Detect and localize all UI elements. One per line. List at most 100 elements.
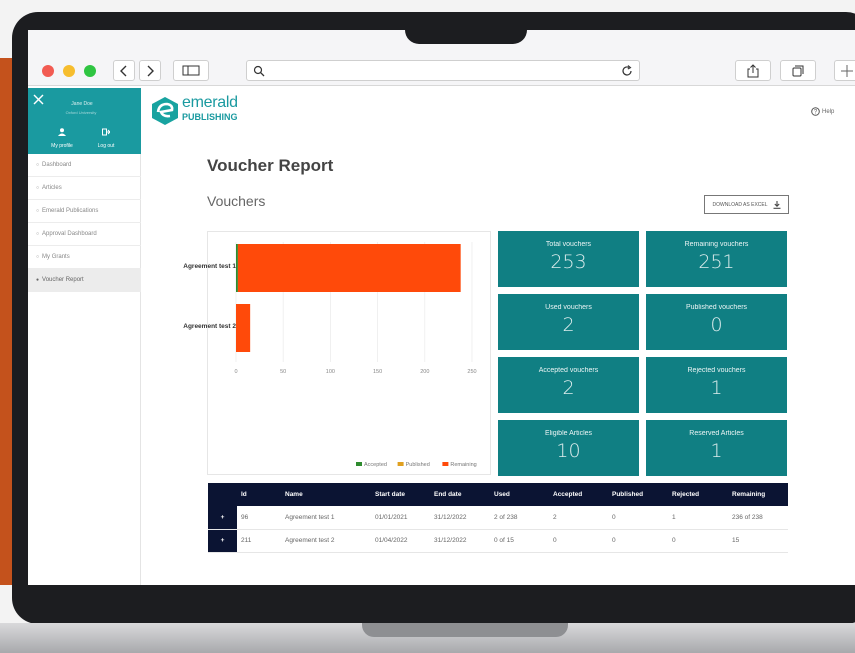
card-value: 251 bbox=[698, 251, 735, 273]
column-header: Start date bbox=[375, 491, 405, 498]
cell-id: 211 bbox=[241, 537, 252, 544]
download-label: DOWNLOAD AS EXCEL bbox=[712, 201, 768, 208]
forward-button[interactable] bbox=[139, 60, 161, 81]
log-out-label: Log out bbox=[97, 143, 115, 149]
download-excel-button[interactable]: DOWNLOAD AS EXCEL bbox=[704, 195, 789, 214]
card-value: 10 bbox=[556, 440, 581, 462]
card-rejected-vouchers: Rejected vouchers 1 bbox=[646, 357, 787, 413]
download-icon bbox=[773, 200, 780, 209]
emerald-logo[interactable]: emerald PUBLISHING bbox=[151, 94, 251, 128]
new-tab-button[interactable] bbox=[834, 60, 855, 81]
x-tick-label: 100 bbox=[326, 369, 335, 375]
log-out-link[interactable]: Log out bbox=[88, 123, 124, 149]
page-title: Voucher Report bbox=[207, 156, 334, 175]
tabs-overview-button[interactable] bbox=[780, 60, 816, 81]
sidebar-item-label: Approval Dashboard bbox=[42, 231, 97, 237]
cell-remaining: 15 bbox=[732, 537, 740, 544]
address-bar[interactable] bbox=[246, 60, 640, 81]
legend-swatch bbox=[442, 462, 449, 466]
x-tick-label: 250 bbox=[467, 369, 476, 375]
logo-subtitle: PUBLISHING bbox=[182, 112, 238, 122]
legend-swatch bbox=[356, 462, 362, 466]
voucher-table: Id Name Start date End date Used Accepte… bbox=[208, 483, 788, 553]
laptop-stage: Jane Doe Oxford University My profile Lo… bbox=[0, 0, 855, 653]
cell-end-date: 31/12/2022 bbox=[434, 537, 467, 544]
sidebar-item-label: My Grants bbox=[42, 254, 70, 260]
laptop-base-notch bbox=[362, 623, 568, 637]
card-remaining-vouchers: Remaining vouchers 251 bbox=[646, 231, 787, 287]
cell-rejected: 1 bbox=[672, 513, 676, 521]
cell-id: 96 bbox=[241, 513, 249, 521]
card-value: 253 bbox=[550, 251, 587, 273]
user-icon bbox=[58, 128, 66, 136]
column-header: Rejected bbox=[672, 491, 700, 498]
cell-start-date: 01/01/2021 bbox=[375, 513, 408, 521]
card-reserved-articles: Reserved Articles 1 bbox=[646, 420, 787, 476]
cell-start-date: 01/04/2022 bbox=[375, 537, 408, 544]
chevron-right-icon bbox=[147, 65, 154, 76]
camera-notch bbox=[405, 12, 527, 44]
card-value: 1 bbox=[710, 440, 723, 462]
expand-row-button[interactable]: + bbox=[208, 529, 237, 552]
reload-icon[interactable] bbox=[621, 65, 633, 77]
sidebar-item-approval-dashboard[interactable]: ○ Approval Dashboard bbox=[28, 223, 141, 246]
sidebar: Jane Doe Oxford University My profile Lo… bbox=[28, 88, 141, 585]
column-header: Used bbox=[494, 491, 510, 498]
card-label: Published vouchers bbox=[685, 304, 748, 311]
card-total-vouchers: Total vouchers 253 bbox=[498, 231, 639, 287]
my-profile-link[interactable]: My profile bbox=[44, 123, 80, 149]
user-organisation: Oxford University bbox=[65, 110, 97, 115]
cell-rejected: 0 bbox=[672, 537, 676, 544]
table-header-row: Id Name Start date End date Used Accepte… bbox=[208, 483, 788, 506]
card-published-vouchers: Published vouchers 0 bbox=[646, 294, 787, 350]
card-value: 1 bbox=[710, 377, 723, 399]
column-header: Published bbox=[612, 491, 644, 498]
plus-icon: + bbox=[220, 537, 225, 544]
legend-label: Accepted bbox=[364, 462, 387, 468]
user-name: Jane Doe bbox=[71, 101, 93, 107]
x-tick-label: 50 bbox=[280, 369, 286, 375]
log-out-icon bbox=[102, 128, 111, 136]
minimize-window-button[interactable] bbox=[63, 65, 75, 77]
bullet-icon: ○ bbox=[36, 231, 40, 237]
help-link[interactable]: ? Help bbox=[811, 107, 834, 116]
legend-swatch bbox=[397, 462, 404, 466]
cell-published: 0 bbox=[612, 537, 616, 544]
cell-end-date: 31/12/2022 bbox=[434, 513, 467, 521]
sidebar-item-voucher-report[interactable]: ● Voucher Report bbox=[28, 269, 141, 292]
column-header: End date bbox=[434, 491, 462, 498]
plus-icon: + bbox=[220, 513, 225, 521]
card-value: 2 bbox=[562, 377, 575, 399]
share-button[interactable] bbox=[735, 60, 771, 81]
card-value: 2 bbox=[562, 314, 575, 336]
cell-accepted: 0 bbox=[553, 537, 557, 544]
card-label: Remaining vouchers bbox=[684, 241, 749, 248]
bullet-icon: ○ bbox=[36, 208, 40, 214]
plus-icon bbox=[840, 64, 853, 77]
sidebar-item-my-grants[interactable]: ○ My Grants bbox=[28, 246, 141, 269]
card-accepted-vouchers: Accepted vouchers 2 bbox=[498, 357, 639, 413]
maximize-window-button[interactable] bbox=[84, 65, 96, 77]
chevron-left-icon bbox=[120, 65, 127, 76]
x-tick-label: 200 bbox=[420, 369, 429, 375]
share-icon bbox=[747, 63, 759, 77]
column-header: Id bbox=[241, 491, 247, 498]
sidebar-item-dashboard[interactable]: ○ Dashboard bbox=[28, 154, 141, 177]
bar-segment bbox=[236, 304, 251, 352]
card-used-vouchers: Used vouchers 2 bbox=[498, 294, 639, 350]
card-label: Reserved Articles bbox=[689, 430, 744, 437]
expand-row-button[interactable]: + bbox=[208, 506, 237, 529]
bullet-icon: ○ bbox=[36, 185, 40, 191]
sidebar-toggle-button[interactable] bbox=[173, 60, 209, 81]
sidebar-item-label: Articles bbox=[42, 185, 62, 191]
sidebar-item-articles[interactable]: ○ Articles bbox=[28, 177, 141, 200]
browser-window: Jane Doe Oxford University My profile Lo… bbox=[28, 30, 855, 585]
close-window-button[interactable] bbox=[42, 65, 54, 77]
sidebar-item-label: Voucher Report bbox=[42, 277, 84, 283]
bullet-icon: ● bbox=[36, 277, 40, 283]
close-icon[interactable] bbox=[33, 94, 44, 105]
back-button[interactable] bbox=[113, 60, 135, 81]
sidebar-item-emerald-publications[interactable]: ○ Emerald Publications bbox=[28, 200, 141, 223]
card-eligible-articles: Eligible Articles 10 bbox=[498, 420, 639, 476]
help-icon: ? bbox=[811, 107, 820, 116]
